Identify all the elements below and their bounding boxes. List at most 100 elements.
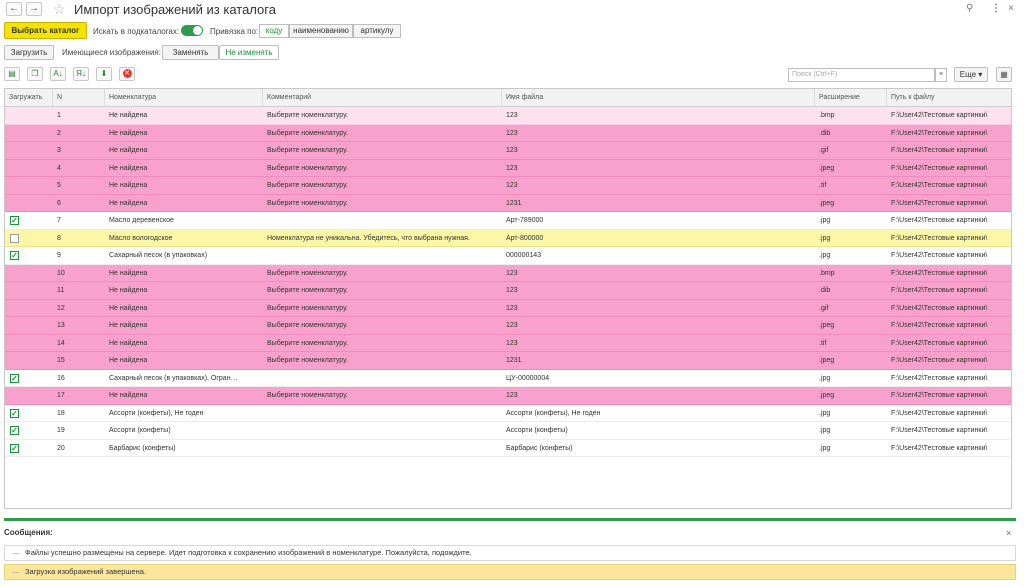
load-checkbox[interactable]: ✓ bbox=[10, 373, 19, 383]
cell-extension: .dib bbox=[819, 129, 831, 137]
table-row[interactable]: 6 Не найдена Выберите номенклатуру. 1231 .jp… bbox=[5, 194, 1011, 212]
load-checkbox[interactable]: ✓ bbox=[10, 251, 19, 260]
table-row[interactable]: 11 Не найдена Выберите номенклатуру. 123 .di… bbox=[5, 282, 1011, 300]
cell-extension: .dib bbox=[819, 287, 831, 294]
column-header-load[interactable]: Загружать bbox=[5, 89, 53, 107]
message-item[interactable]: — Загрузка изображений завершена. bbox=[4, 564, 1016, 580]
cell-n: 13 bbox=[57, 322, 65, 329]
table-row[interactable]: ✓ 18 Ассорти (конфеты), Не годен Ассорти (к… bbox=[5, 405, 1011, 422]
cell-item: Ассорти (конфеты), Не годен bbox=[109, 409, 204, 417]
toggle-knob bbox=[193, 26, 202, 35]
cell-comment: Выберите номенклатуру. bbox=[267, 339, 348, 347]
cell-n: 19 bbox=[57, 427, 65, 434]
cell-n: 1 bbox=[57, 112, 61, 119]
message-item[interactable]: — Файлы успешно размещены на сервере. Ид… bbox=[4, 545, 1016, 561]
table-row[interactable]: 3 Не найдена Выберите номенклатуру. 123 .gif… bbox=[5, 142, 1011, 160]
keep-button[interactable]: Не изменять bbox=[219, 45, 279, 60]
table-row[interactable]: 14 Не найдена Выберите номенклатуру. 123 .ti… bbox=[5, 334, 1011, 352]
close-icon[interactable]: × bbox=[1008, 3, 1014, 15]
cell-n: 3 bbox=[57, 147, 61, 154]
cell-filename: 123 bbox=[506, 392, 518, 399]
load-checkbox[interactable]: ✓ bbox=[10, 426, 19, 435]
cell-path: F:\User42\Тестовые картинки\ bbox=[891, 339, 988, 347]
table-row[interactable]: 5 Не найдена Выберите номенклатуру. 123 .tif… bbox=[5, 177, 1011, 195]
cell-item: Не найдена bbox=[109, 112, 148, 119]
delete-button[interactable]: ✕ bbox=[119, 67, 135, 81]
cell-comment: Номенклатура не уникальна. Убедитесь, чт… bbox=[267, 234, 470, 242]
cell-extension: .gif bbox=[819, 147, 829, 154]
table-row[interactable]: 8 Масло вологодское Номенклатура не уникал… bbox=[5, 229, 1011, 247]
favorite-star-icon[interactable]: ☆ bbox=[53, 1, 66, 17]
column-header-extension[interactable]: Расширение bbox=[815, 89, 887, 107]
sort-ascending-icon[interactable]: A↓ bbox=[50, 67, 66, 81]
import-icon[interactable]: ⬇ bbox=[96, 67, 112, 81]
table-row[interactable]: 15 Не найдена Выберите номенклатуру. 1231 .j… bbox=[5, 352, 1011, 370]
search-clear-icon[interactable]: × bbox=[935, 68, 947, 82]
table-row[interactable]: 12 Не найдена Выберите номенклатуру. 123 .gi… bbox=[5, 299, 1011, 317]
sort-descending-icon[interactable]: Я↓ bbox=[73, 67, 89, 81]
link-icon[interactable]: ⚲ bbox=[966, 3, 973, 15]
table-row[interactable]: 10 Не найдена Выберите номенклатуру. 123 .bm… bbox=[5, 264, 1011, 282]
cell-item: Не найдена bbox=[109, 129, 148, 137]
table-row[interactable]: 2 Не найдена Выберите номенклатуру. 123 .dib… bbox=[5, 124, 1011, 142]
table-row[interactable]: ✓ 20 Барбарис (конфеты) Барбарис (конфеты).… bbox=[5, 440, 1011, 457]
table-row[interactable]: ✓ 7 Масло деревенское Арт-789000 .jpg F:\User… bbox=[5, 212, 1011, 230]
more-menu-icon[interactable]: ⋮ bbox=[991, 3, 1001, 15]
column-header-filename[interactable]: Имя файла bbox=[502, 89, 815, 107]
select-catalog-button[interactable]: Выбрать каталог bbox=[4, 22, 87, 39]
cell-filename: 1231 bbox=[506, 357, 522, 364]
cell-item: Не найдена bbox=[109, 322, 148, 329]
cell-extension: .jpg bbox=[819, 234, 831, 242]
binding-option-name[interactable]: наименованию bbox=[289, 24, 353, 38]
messages-close-icon[interactable]: × bbox=[1006, 528, 1011, 538]
table-row[interactable]: 17 Не найдена Выберите номенклатуру. 123 .jp… bbox=[5, 387, 1011, 405]
cell-comment bbox=[263, 422, 502, 439]
binding-option-article[interactable]: артикулу bbox=[353, 24, 401, 38]
load-checkbox[interactable]: ✓ bbox=[10, 443, 19, 453]
column-header-item[interactable]: Номенклатура bbox=[105, 89, 263, 107]
table-row[interactable]: ✓ 16 Сахарный песок (в упаковках), Огран… Ц… bbox=[5, 370, 1011, 387]
cell-filename: Ассорти (конфеты), Не годен bbox=[506, 409, 601, 417]
column-header-n[interactable]: N bbox=[53, 89, 105, 107]
replace-button[interactable]: Заменять bbox=[162, 45, 219, 60]
load-checkbox[interactable]: ✓ bbox=[10, 216, 19, 225]
search-subfolders-label: Искать в подкаталогах: bbox=[93, 27, 180, 36]
cell-extension: .jpg bbox=[819, 252, 831, 259]
cell-path: F:\User42\Тестовые картинки\ bbox=[891, 129, 988, 137]
cell-path: F:\User42\Тестовые картинки\ bbox=[891, 252, 988, 259]
table-row[interactable]: ✓ 9 Сахарный песок (в упаковках) 000000143.… bbox=[5, 247, 1011, 265]
settings-icon[interactable]: ▦ bbox=[996, 67, 1012, 82]
cell-extension: .tif bbox=[819, 182, 827, 189]
forward-button[interactable]: → bbox=[26, 2, 42, 16]
more-button[interactable]: Еще ▾ bbox=[954, 67, 988, 82]
cell-filename: Барбарис (конфеты) bbox=[506, 444, 573, 452]
cell-filename: 123 bbox=[506, 182, 518, 189]
search-subfolders-toggle[interactable] bbox=[181, 25, 203, 36]
column-header-path[interactable]: Путь к файлу bbox=[887, 89, 1011, 107]
cell-filename: 123 bbox=[506, 164, 518, 172]
copy-icon[interactable]: ❐ bbox=[27, 67, 43, 81]
table-row[interactable]: ✓ 19 Ассорти (конфеты) Ассорти (конфеты) .jp… bbox=[5, 422, 1011, 440]
column-header-comment[interactable]: Комментарий bbox=[263, 89, 502, 107]
cell-item: Сахарный песок (в упаковках) bbox=[109, 252, 208, 259]
binding-option-code[interactable]: коду bbox=[259, 24, 289, 38]
load-button[interactable]: Загрузить bbox=[4, 45, 54, 60]
search-input[interactable]: Поиск (Ctrl+F) bbox=[788, 68, 935, 82]
cell-n: 4 bbox=[57, 164, 61, 172]
cell-item: Не найдена bbox=[109, 164, 148, 172]
cell-path: F:\User42\Тестовые картинки\ bbox=[891, 269, 988, 277]
cell-n: 12 bbox=[57, 304, 65, 312]
table-row[interactable]: 1 Не найдена Выберите номенклатуру. 123 .bmp… bbox=[5, 107, 1011, 125]
cell-extension: .tif bbox=[819, 339, 827, 347]
cell-extension: .jpg bbox=[819, 427, 831, 434]
table-row[interactable]: 13 Не найдена Выберите номенклатуру. 123 .jp… bbox=[5, 317, 1011, 335]
load-checkbox[interactable]: ✓ bbox=[10, 408, 19, 418]
cell-filename: Арт-789000 bbox=[506, 217, 544, 224]
back-button[interactable]: ← bbox=[6, 2, 22, 16]
table-row[interactable]: 4 Не найдена Выберите номенклатуру. 123 .jpe… bbox=[5, 159, 1011, 177]
cell-item: Не найдена bbox=[109, 392, 148, 399]
cell-extension: .jpeg bbox=[819, 357, 835, 364]
cell-path: F:\User42\Тестовые картинки\ bbox=[891, 287, 988, 294]
check-all-icon[interactable]: ▤ bbox=[4, 67, 20, 81]
load-checkbox[interactable] bbox=[10, 233, 19, 243]
